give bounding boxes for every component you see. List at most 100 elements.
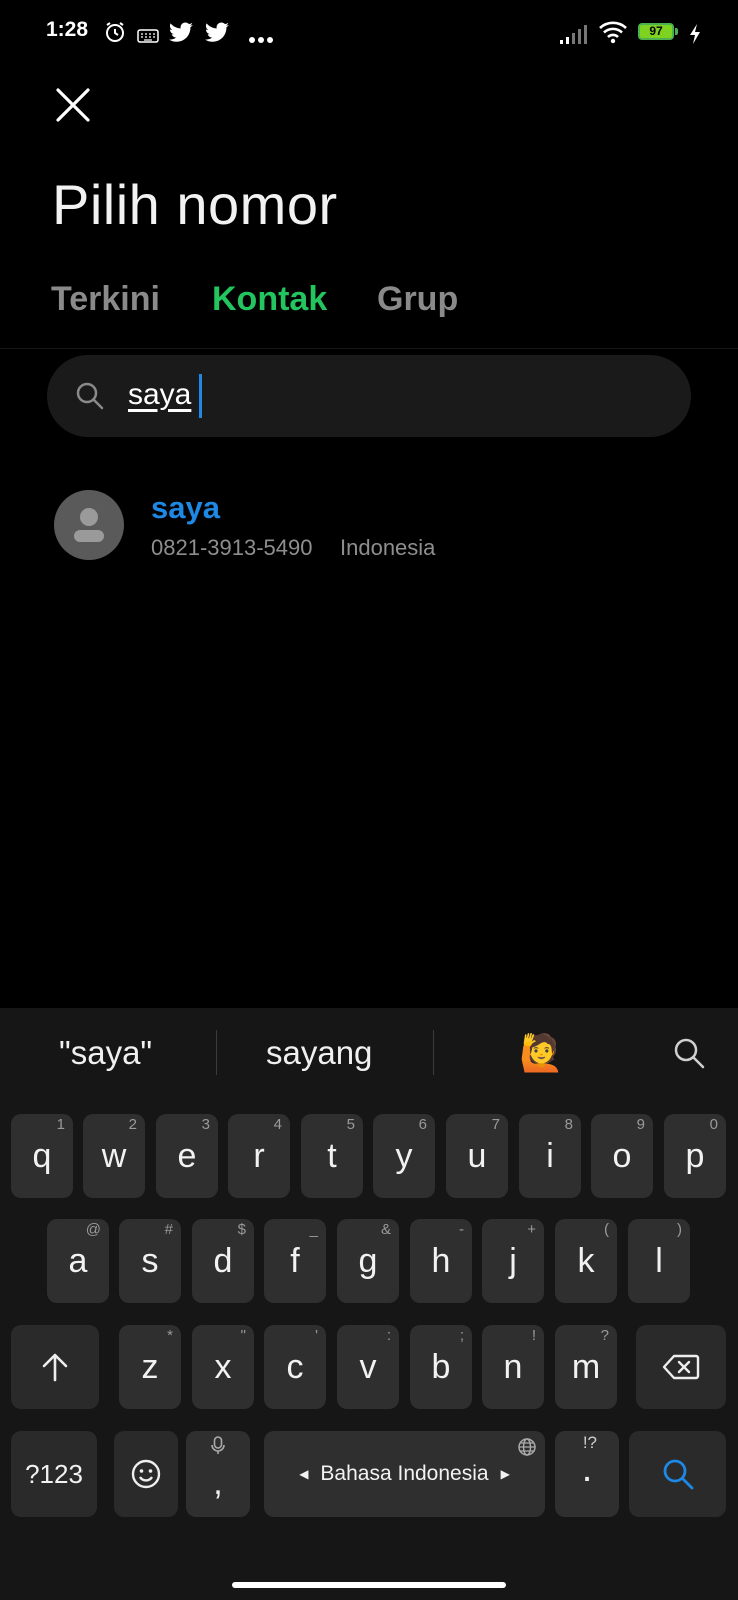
key-p[interactable]: p0 xyxy=(664,1114,726,1198)
keyboard-search-icon[interactable] xyxy=(672,1036,706,1070)
more-icon xyxy=(249,37,273,43)
close-button[interactable] xyxy=(52,84,94,126)
key-v[interactable]: v: xyxy=(337,1325,399,1409)
comma-label: , xyxy=(213,1463,223,1502)
key-hint: ; xyxy=(459,1327,464,1344)
microphone-icon xyxy=(211,1436,225,1454)
period-key[interactable]: . !? xyxy=(555,1431,619,1517)
key-c[interactable]: c ' xyxy=(264,1325,326,1409)
key-hint: ( xyxy=(604,1221,609,1238)
suggestion-item[interactable]: sayang xyxy=(266,1034,372,1072)
backspace-icon xyxy=(662,1354,700,1380)
key-hint: : xyxy=(386,1327,391,1344)
comma-key[interactable]: , xyxy=(186,1431,250,1517)
battery-indicator: 97 xyxy=(638,23,674,40)
contact-country: Indonesia xyxy=(340,535,436,560)
avatar[interactable] xyxy=(54,490,124,560)
key-hint: * xyxy=(167,1327,173,1344)
key-a[interactable]: a @ xyxy=(47,1219,109,1303)
key-hint: 7 xyxy=(491,1116,500,1133)
signal-icon xyxy=(560,25,587,44)
key-hint: ) xyxy=(677,1221,682,1238)
key-hint: & xyxy=(380,1221,391,1238)
navigation-handle[interactable] xyxy=(232,1582,506,1588)
key-l[interactable]: l) xyxy=(628,1219,690,1303)
divider xyxy=(216,1030,217,1075)
tab-groups[interactable]: Grup xyxy=(377,280,458,319)
key-w[interactable]: w2 xyxy=(83,1114,145,1198)
search-icon xyxy=(76,382,104,410)
period-hint: !? xyxy=(582,1433,597,1452)
emoji-key[interactable] xyxy=(114,1431,178,1517)
key-b[interactable]: b; xyxy=(410,1325,472,1409)
text-caret xyxy=(199,374,202,418)
key-hint: 8 xyxy=(564,1116,573,1133)
divider xyxy=(0,348,738,349)
key-hint: _ xyxy=(309,1221,318,1238)
key-s[interactable]: s # xyxy=(119,1219,181,1303)
key-q[interactable]: q1 xyxy=(11,1114,73,1198)
key-hint: + xyxy=(527,1221,536,1238)
key-hint: $ xyxy=(237,1221,246,1238)
globe-icon xyxy=(518,1438,536,1456)
key-k[interactable]: k( xyxy=(555,1219,617,1303)
key-hint: 0 xyxy=(709,1116,718,1133)
key-z[interactable]: z * xyxy=(119,1325,181,1409)
key-hint: ' xyxy=(315,1327,318,1344)
key-f[interactable]: f _ xyxy=(264,1219,326,1303)
key-t[interactable]: t5 xyxy=(301,1114,363,1198)
key-hint: ? xyxy=(600,1327,609,1344)
status-time: 1:28 xyxy=(46,18,89,41)
key-y[interactable]: y6 xyxy=(373,1114,435,1198)
key-u[interactable]: u7 xyxy=(446,1114,508,1198)
charging-icon xyxy=(690,24,700,44)
contact-name[interactable]: saya xyxy=(151,490,220,526)
period-label: . xyxy=(581,1447,593,1490)
suggestion-item[interactable]: "saya" xyxy=(59,1034,152,1072)
key-j[interactable]: j + xyxy=(482,1219,544,1303)
keyboard-notification-icon xyxy=(137,29,159,43)
space-key[interactable]: ◀ Bahasa Indonesia ▶ xyxy=(264,1431,545,1517)
key-hint: 5 xyxy=(346,1116,355,1133)
page-title: Pilih nomor xyxy=(52,173,338,236)
key-hint: " xyxy=(240,1327,246,1344)
tab-recent[interactable]: Terkini xyxy=(51,280,160,319)
suggestion-emoji[interactable]: 🙋 xyxy=(519,1032,564,1074)
alarm-icon xyxy=(106,22,124,42)
space-label: Bahasa Indonesia xyxy=(320,1462,489,1485)
key-m[interactable]: m? xyxy=(555,1325,617,1409)
key-hint: ! xyxy=(531,1327,536,1344)
key-hint: 1 xyxy=(56,1116,65,1133)
key-o[interactable]: o9 xyxy=(591,1114,653,1198)
shift-key[interactable] xyxy=(11,1325,99,1409)
chevron-left-icon: ◀ xyxy=(299,1467,309,1481)
key-hint: 2 xyxy=(128,1116,137,1133)
key-hint: @ xyxy=(85,1221,101,1238)
key-e[interactable]: e3 xyxy=(156,1114,218,1198)
key-hint: 3 xyxy=(201,1116,210,1133)
battery-tip xyxy=(675,28,678,35)
tab-contacts[interactable]: Kontak xyxy=(212,280,327,319)
chevron-right-icon: ▶ xyxy=(500,1467,510,1481)
search-icon xyxy=(663,1459,693,1490)
divider xyxy=(433,1030,434,1075)
key-x[interactable]: x " xyxy=(192,1325,254,1409)
key-hint: 6 xyxy=(418,1116,427,1133)
arrow-up-icon xyxy=(42,1353,68,1382)
search-query[interactable]: saya xyxy=(128,378,191,412)
wifi-icon xyxy=(599,21,627,44)
key-hint: # xyxy=(164,1221,173,1238)
key-r[interactable]: r4 xyxy=(228,1114,290,1198)
person-icon xyxy=(74,508,104,542)
backspace-key[interactable] xyxy=(636,1325,726,1409)
contact-number: 0821-3913-5490 xyxy=(151,535,313,560)
key-h[interactable]: h- xyxy=(410,1219,472,1303)
key-i[interactable]: i8 xyxy=(519,1114,581,1198)
key-n[interactable]: n! xyxy=(482,1325,544,1409)
key-g[interactable]: g & xyxy=(337,1219,399,1303)
key-d[interactable]: d $ xyxy=(192,1219,254,1303)
key-hint: - xyxy=(459,1221,464,1238)
symbols-key[interactable]: ?123 xyxy=(11,1431,97,1517)
twitter-icon xyxy=(169,22,193,42)
search-action-key[interactable] xyxy=(629,1431,726,1517)
